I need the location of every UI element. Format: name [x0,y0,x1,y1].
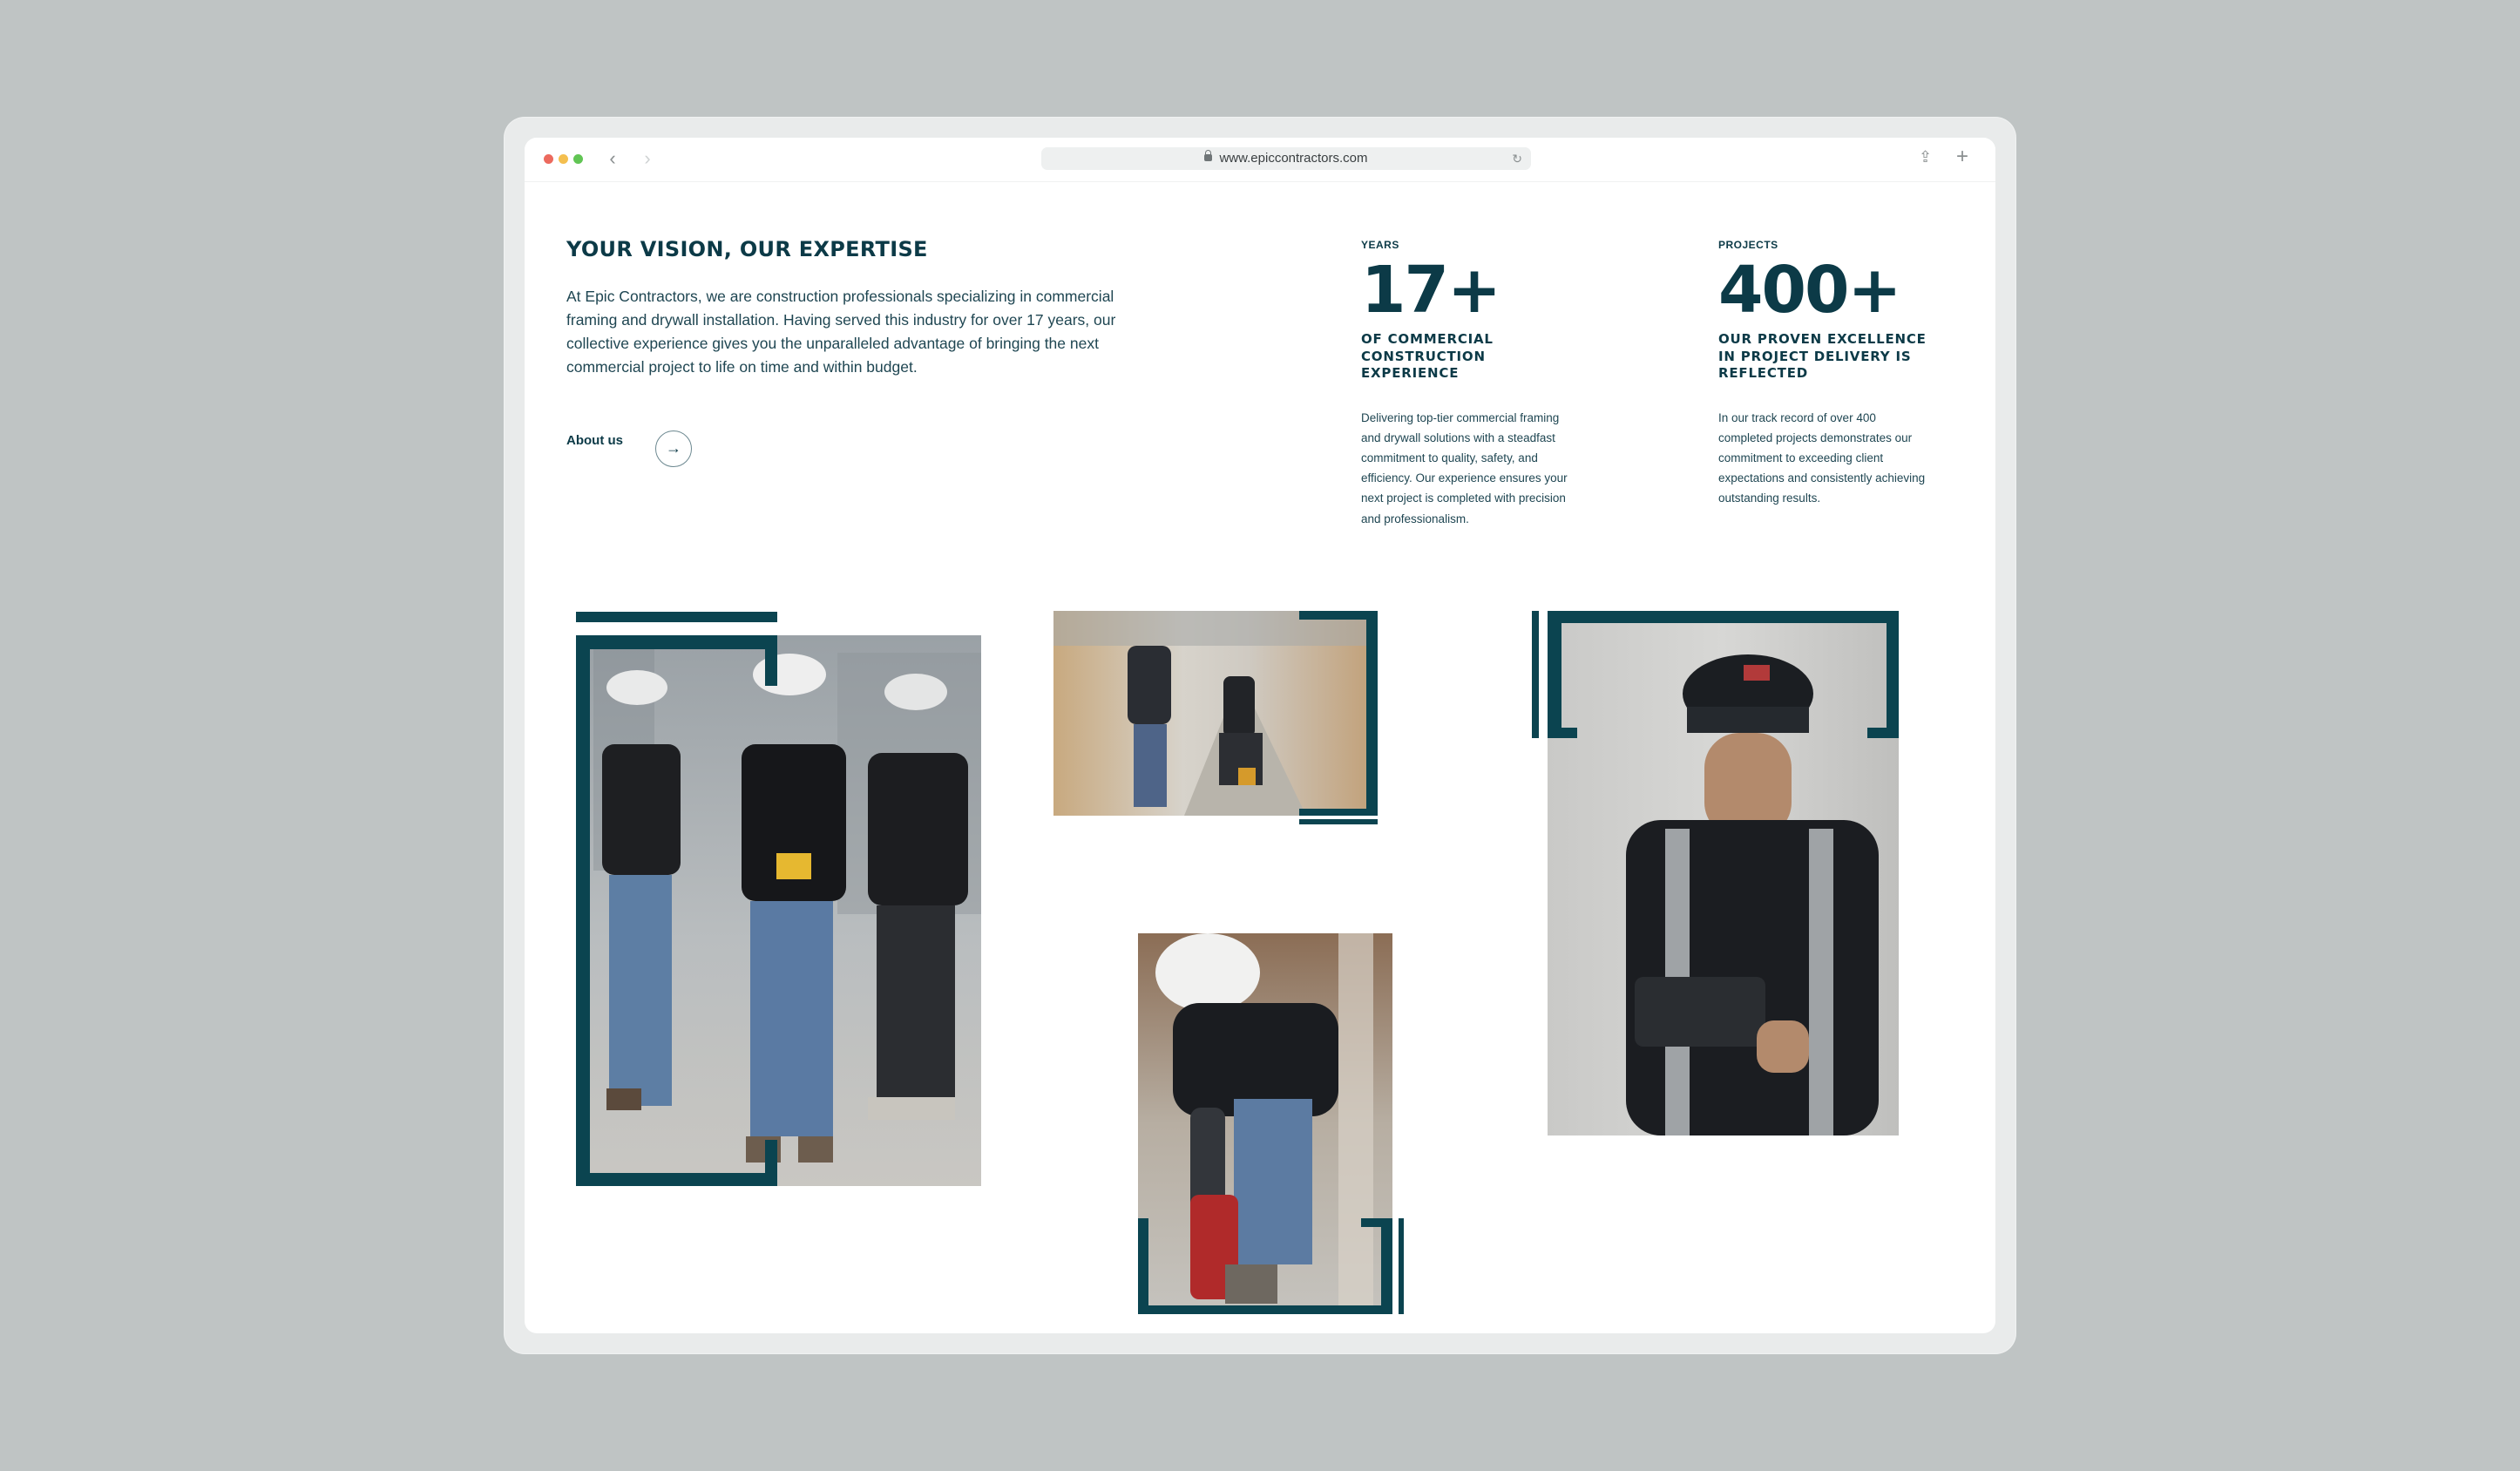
accent-bracket [576,635,777,649]
accent-bracket [1532,611,1539,738]
new-tab-icon[interactable]: + [1956,145,1968,169]
accent-bracket [576,635,590,1186]
accent-bracket [1399,1218,1404,1314]
close-dot[interactable] [544,154,553,164]
stat-value: 17+ [1361,253,1501,328]
url-text: www.epiccontractors.com [1219,151,1368,166]
accent-bracket [1548,611,1561,738]
stat-description: In our track record of over 400 complete… [1718,410,1926,505]
section-heading: YOUR VISION, OUR EXPERTISE [566,237,928,261]
three-workers-photo [576,635,981,1186]
accent-bracket [1299,819,1378,824]
address-bar[interactable]: www.epiccontractors.com ↻ [1041,147,1531,170]
arrow-right-icon: → [666,439,681,457]
reload-icon[interactable]: ↻ [1512,147,1522,170]
stat-label: PROJECTS [1718,239,1778,251]
accent-bracket [1867,728,1899,738]
about-us-arrow-button[interactable]: → [655,430,692,467]
accent-bracket [765,1140,777,1186]
worker-drilling-photo [1138,933,1392,1314]
stat-years: YEARS 17+ OF COMMERCIAL CONSTRUCTION EXP… [1361,239,1579,529]
accent-bracket [1366,611,1378,816]
share-icon[interactable]: ⇪ [1919,148,1932,166]
accent-bracket [1361,1218,1392,1227]
browser-toolbar: ‹ › www.epiccontractors.com ↻ ⇪ + [525,138,1995,182]
browser-window: ‹ › www.epiccontractors.com ↻ ⇪ + YOUR V… [525,138,1995,1333]
forward-icon[interactable]: › [638,148,657,169]
accent-bracket [1548,728,1577,738]
stat-description: Delivering top-tier commercial framing a… [1361,410,1568,525]
zoom-dot[interactable] [573,154,583,164]
accent-bracket [1299,611,1378,620]
worker-tablet-photo [1548,611,1899,1135]
stat-value: 400+ [1718,253,1901,328]
back-icon[interactable]: ‹ [603,148,622,169]
stat-label: YEARS [1361,239,1399,251]
stat-projects: PROJECTS 400+ OUR PROVEN EXCELLENCE IN P… [1718,239,1936,509]
accent-bracket [576,612,777,622]
accent-bracket [1381,1218,1392,1314]
stat-caption: OUR PROVEN EXCELLENCE IN PROJECT DELIVER… [1718,331,1927,381]
accent-bracket [1887,611,1899,738]
accent-bracket [1138,1305,1392,1314]
about-us-link[interactable]: About us [566,433,623,448]
accent-bracket [1138,1218,1148,1314]
accent-bracket [1548,611,1899,623]
stat-caption: OF COMMERCIAL CONSTRUCTION EXPERIENCE [1361,331,1494,381]
lock-icon [1204,150,1213,162]
intro-paragraph: At Epic Contractors, we are construction… [566,288,1116,376]
accent-bracket [765,635,777,686]
minimize-dot[interactable] [559,154,568,164]
drywall-hallway-photo [1053,611,1378,816]
accent-bracket [1299,809,1378,816]
accent-bracket [576,1173,777,1186]
